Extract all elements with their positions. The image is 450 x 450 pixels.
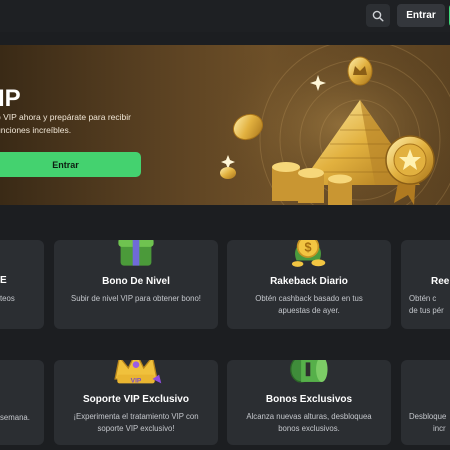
card-desc-line1: Desbloque	[409, 412, 447, 421]
card-desc-line2: de tus pér	[409, 306, 444, 315]
crown-icon: VIP	[114, 360, 162, 384]
card-desc: teos	[0, 294, 15, 303]
card-desc-line1: ¡Experimenta el tratamiento VIP con	[73, 412, 199, 421]
card-desc: Desbloque incr	[409, 411, 446, 435]
hero-subtitle-line1: b VIP ahora y prepárate para recibir	[0, 112, 131, 122]
benefit-card-level-bonus: Bono De Nivel Subir de nivel VIP para ob…	[54, 240, 218, 329]
svg-text:VIP: VIP	[131, 377, 142, 384]
card-desc-line2: apuestas de ayer.	[278, 306, 340, 315]
top-bar: Entrar	[0, 0, 450, 32]
benefit-card-partial-right: Ree Obtén c de tus pér	[401, 240, 450, 329]
benefit-card-daily-rakeback: $ Rakeback Diario Obtén cashback basado …	[227, 240, 391, 329]
card-title: Rakeback Diario	[270, 276, 348, 287]
card-title: Soporte VIP Exclusivo	[83, 394, 189, 405]
card-desc-line2: incr	[433, 424, 446, 433]
card-desc: Obtén c de tus pér	[409, 293, 444, 317]
card-desc: ¡Experimenta el tratamiento VIP con sopo…	[60, 411, 212, 435]
card-title: Ree	[431, 276, 450, 287]
svg-text:$: $	[304, 240, 311, 254]
card-desc-line2: bonos exclusivos.	[278, 424, 340, 433]
hero-subtitle-line2: unciones increíbles.	[0, 125, 72, 135]
login-button[interactable]: Entrar	[397, 4, 445, 27]
search-button[interactable]	[366, 4, 390, 27]
hero-title: IP	[0, 85, 21, 112]
card-title: Bonos Exclusivos	[265, 394, 353, 405]
card-desc-line1: Obtén cashback basado en tus	[255, 294, 363, 303]
card-desc-line1: Alcanza nuevas alturas, desbloquea	[246, 412, 372, 421]
vip-hero-banner: IP b VIP ahora y prepárate para recibir …	[0, 45, 450, 205]
benefit-card-vip-support: VIP Soporte VIP Exclusivo ¡Experimenta e…	[54, 360, 218, 445]
coin-bag-icon: $	[291, 240, 326, 267]
card-desc: semana.	[0, 413, 30, 422]
benefit-card-exclusive-bonuses: Bonos Exclusivos Alcanza nuevas alturas,…	[227, 360, 391, 445]
hero-enter-button[interactable]: Entrar	[0, 152, 141, 177]
gold-pyramid-illustration	[210, 45, 450, 205]
card-title: E	[0, 275, 7, 286]
benefit-card-partial-right-2: Desbloque incr	[401, 360, 450, 445]
benefit-card-partial-left: E teos	[0, 240, 44, 329]
card-title: Bono De Nivel	[102, 276, 170, 287]
card-desc: Alcanza nuevas alturas, desbloquea bonos…	[233, 411, 385, 435]
search-icon	[372, 10, 384, 22]
card-desc: Subir de nivel VIP para obtener bono!	[71, 294, 201, 303]
card-desc-line1: Obtén c	[409, 294, 437, 303]
gift-icon	[118, 240, 154, 266]
money-roll-icon	[290, 360, 328, 383]
card-desc: Obtén cashback basado en tus apuestas de…	[233, 293, 385, 317]
benefit-card-partial-left-2: semana.	[0, 360, 44, 445]
hero-subtitle: b VIP ahora y prepárate para recibir unc…	[0, 111, 166, 137]
card-desc-line2: soporte VIP exclusivo!	[97, 424, 175, 433]
